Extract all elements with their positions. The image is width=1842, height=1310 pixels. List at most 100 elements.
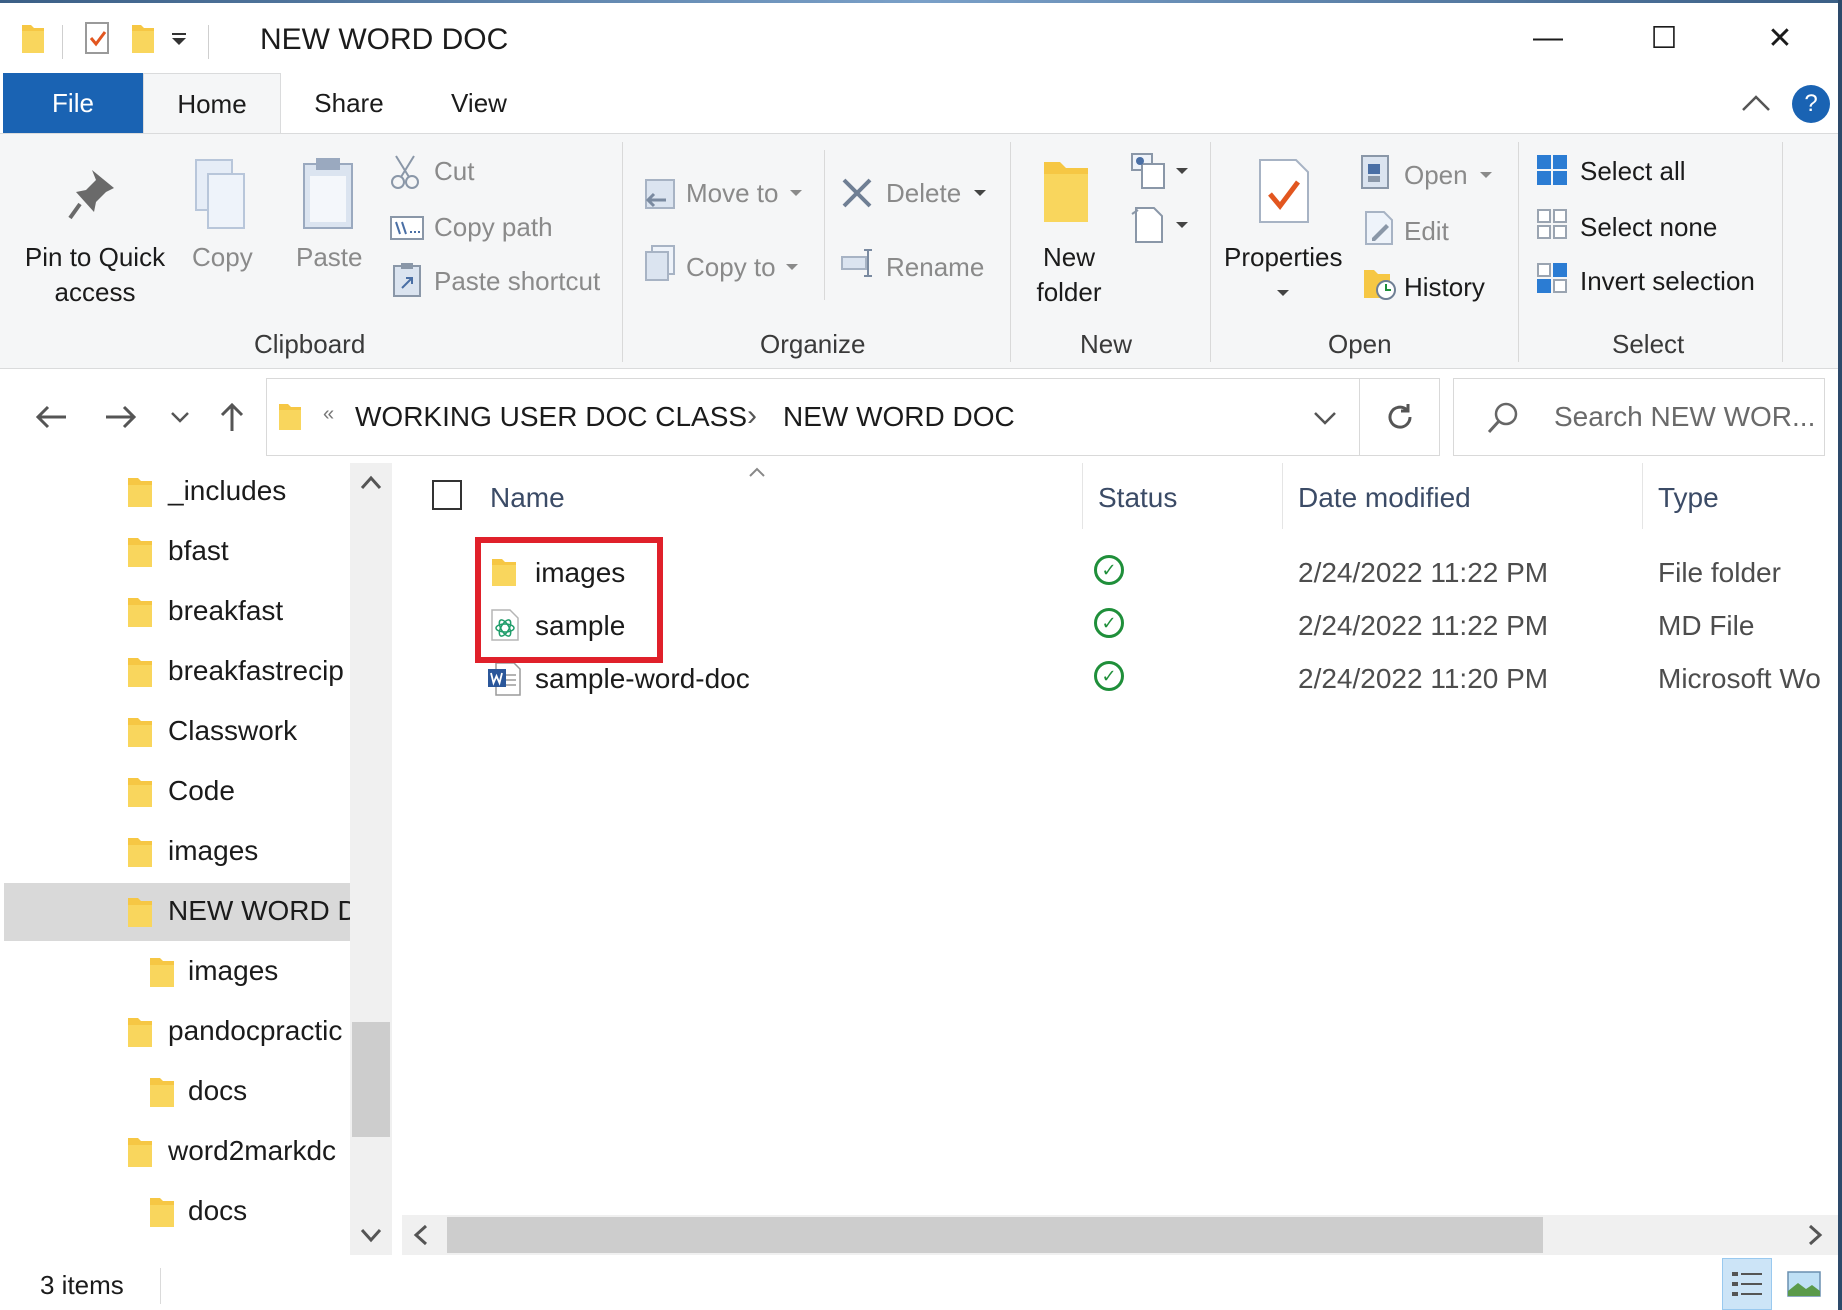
tree-item-code[interactable]: Code	[0, 763, 350, 821]
address-bar[interactable]: « WORKING USER DOC CLASS › NEW WORD DOC	[266, 378, 1360, 456]
cut-button[interactable]: Cut	[434, 156, 474, 187]
properties-quick-access-icon[interactable]	[84, 21, 112, 55]
tree-item-docs[interactable]: docs	[0, 1063, 350, 1121]
collapse-ribbon-icon[interactable]	[1740, 93, 1772, 113]
delete-button[interactable]: Delete	[886, 178, 961, 209]
scroll-down-icon[interactable]	[360, 1228, 382, 1244]
pin-to-quick-access-button[interactable]: Pin to Quick access	[22, 242, 168, 308]
file-date: 2/24/2022 11:22 PM	[1298, 557, 1549, 588]
tree-item-images-child[interactable]: images	[0, 943, 350, 1001]
folder-icon	[128, 778, 152, 807]
file-type: Microsoft Wo	[1658, 663, 1821, 694]
folder-icon	[128, 598, 152, 627]
column-divider[interactable]	[1642, 463, 1643, 529]
new-item-caret-icon[interactable]	[1176, 168, 1188, 174]
column-header-name[interactable]: Name	[490, 482, 565, 514]
column-header-type[interactable]: Type	[1658, 482, 1719, 514]
scroll-up-icon[interactable]	[360, 474, 382, 490]
paste-shortcut-button[interactable]: Paste shortcut	[434, 266, 600, 297]
history-button[interactable]: History	[1404, 272, 1485, 303]
maximize-button[interactable]: ☐	[1606, 3, 1722, 73]
back-arrow-icon[interactable]	[34, 405, 68, 429]
tree-item-docs-2[interactable]: docs	[0, 1183, 350, 1241]
folder-icon	[128, 838, 152, 867]
delete-icon	[842, 178, 872, 208]
column-divider[interactable]	[1282, 463, 1283, 529]
tab-view[interactable]: View	[432, 73, 526, 133]
scroll-left-icon[interactable]	[412, 1224, 428, 1246]
customize-quick-access-icon[interactable]	[172, 33, 186, 45]
tree-item-label: breakfastrecip	[168, 655, 344, 686]
properties-caret-icon[interactable]	[1277, 290, 1289, 296]
move-to-button[interactable]: Move to	[686, 178, 779, 209]
navigation-tree: _includes bfast breakfast breakfastrecip…	[0, 463, 350, 1255]
copy-path-button[interactable]: Copy path	[434, 212, 553, 243]
copy-to-caret-icon	[786, 264, 798, 270]
tab-file[interactable]: File	[3, 73, 143, 133]
minimize-button[interactable]: —	[1490, 3, 1606, 73]
new-folder-button[interactable]: New folder	[1024, 242, 1114, 308]
search-input[interactable]: Search NEW WOR...	[1554, 401, 1815, 433]
column-header-status[interactable]: Status	[1098, 482, 1177, 514]
details-view-button[interactable]	[1722, 1258, 1772, 1310]
group-label-open: Open	[1328, 329, 1392, 359]
tree-item-new-word-doc[interactable]: NEW WORD D	[4, 883, 350, 941]
new-folder-quick-access-icon[interactable]	[130, 21, 156, 55]
up-arrow-icon[interactable]	[220, 401, 244, 433]
table-row[interactable]: sample-word-doc ✓ 2/24/2022 11:20 PM Mic…	[480, 659, 1838, 703]
paste-button[interactable]: Paste	[296, 242, 363, 273]
properties-button[interactable]: Properties	[1224, 242, 1343, 273]
select-none-button[interactable]: Select none	[1580, 212, 1717, 243]
sort-ascending-icon	[749, 467, 765, 477]
breadcrumb-working-user-doc-class[interactable]: WORKING USER DOC CLASS	[355, 401, 747, 433]
tree-item-breakfast[interactable]: breakfast	[0, 583, 350, 641]
refresh-button[interactable]	[1360, 378, 1440, 456]
tree-item-word2markdown[interactable]: word2markdc	[0, 1123, 350, 1181]
easy-access-caret-icon[interactable]	[1176, 222, 1188, 228]
new-item-icon[interactable]	[1130, 152, 1170, 190]
tree-item-classwork[interactable]: Classwork	[0, 703, 350, 761]
tab-home[interactable]: Home	[143, 73, 281, 134]
invert-selection-button[interactable]: Invert selection	[1580, 266, 1755, 297]
tree-item-includes[interactable]: _includes	[0, 463, 350, 521]
separator	[160, 1268, 161, 1304]
paste-shortcut-icon	[393, 263, 421, 297]
breadcrumb-new-word-doc[interactable]: NEW WORD DOC	[783, 401, 1015, 433]
table-row[interactable]: sample ✓ 2/24/2022 11:22 PM MD File	[480, 606, 1838, 650]
edit-button[interactable]: Edit	[1404, 216, 1449, 247]
file-list-scrollbar-thumb[interactable]	[447, 1217, 1543, 1253]
address-history-chevron-icon[interactable]	[1313, 411, 1337, 425]
copy-path-icon	[390, 216, 424, 240]
rename-button[interactable]: Rename	[886, 252, 984, 283]
tree-item-images[interactable]: images	[0, 823, 350, 881]
search-box[interactable]: Search NEW WOR...	[1453, 378, 1825, 456]
help-icon[interactable]: ?	[1792, 85, 1830, 123]
file-type: File folder	[1658, 557, 1781, 588]
select-all-button[interactable]: Select all	[1580, 156, 1686, 187]
column-divider[interactable]	[1082, 463, 1083, 529]
folder-icon	[128, 718, 152, 747]
tree-item-bfast[interactable]: bfast	[0, 523, 350, 581]
breadcrumb-overflow-icon[interactable]: «	[323, 403, 334, 426]
close-button[interactable]: ✕	[1722, 3, 1838, 73]
scroll-right-icon[interactable]	[1808, 1224, 1824, 1246]
open-button[interactable]: Open	[1404, 160, 1468, 191]
recent-locations-chevron-icon[interactable]	[170, 411, 190, 423]
tree-item-pandocpractice[interactable]: pandocpractic	[0, 1003, 350, 1061]
copy-button[interactable]: Copy	[192, 242, 253, 273]
tree-item-breakfastrecip[interactable]: breakfastrecip	[0, 643, 350, 701]
large-icons-view-icon	[1787, 1271, 1821, 1297]
select-all-checkbox[interactable]	[432, 480, 462, 510]
folder-icon	[279, 404, 301, 430]
group-label-select: Select	[1612, 329, 1685, 359]
breadcrumb-separator-icon[interactable]: ›	[747, 399, 757, 433]
column-header-date-modified[interactable]: Date modified	[1298, 482, 1471, 514]
table-row[interactable]: images ✓ 2/24/2022 11:22 PM File folder	[480, 553, 1838, 597]
tab-share[interactable]: Share	[298, 73, 400, 133]
forward-arrow-icon[interactable]	[104, 405, 138, 429]
large-icons-view-button[interactable]	[1778, 1258, 1830, 1310]
copy-to-button[interactable]: Copy to	[686, 252, 776, 283]
refresh-icon	[1388, 404, 1412, 429]
easy-access-icon[interactable]	[1130, 206, 1170, 244]
tree-scrollbar-thumb[interactable]	[352, 1022, 390, 1137]
